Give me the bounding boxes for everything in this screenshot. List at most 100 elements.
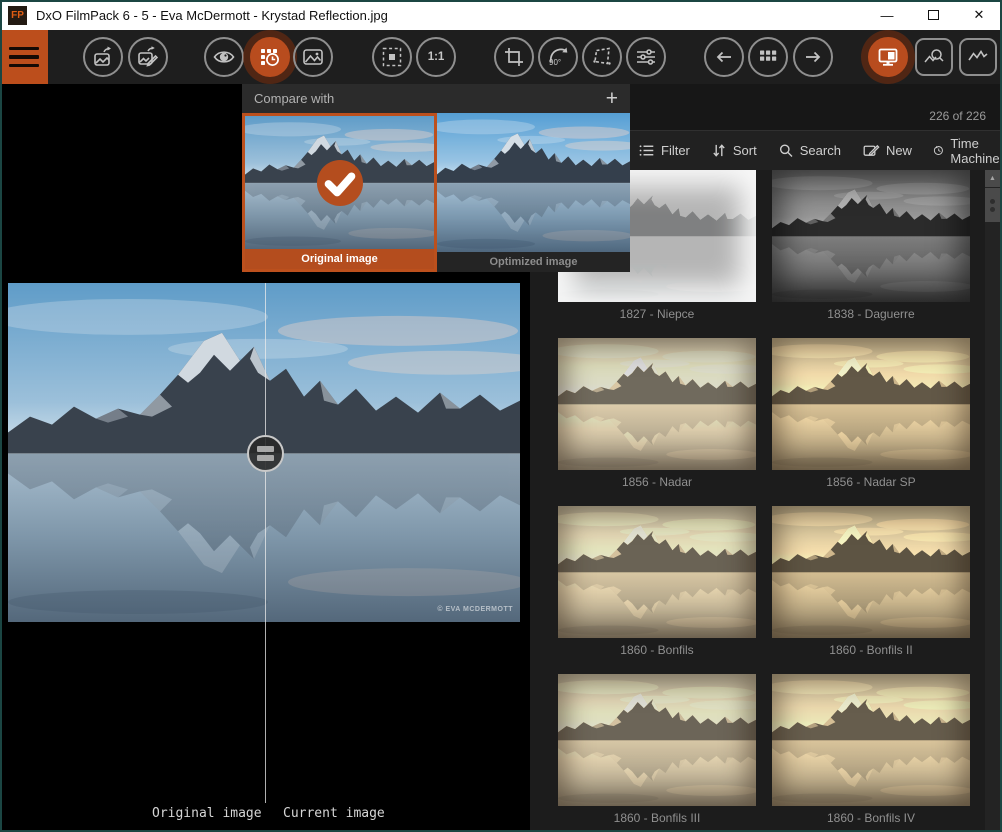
left-pane-label: Original image <box>152 806 262 821</box>
preset-label: 1827 - Niepce <box>558 307 756 321</box>
scroll-thumb[interactable] <box>985 188 1000 222</box>
search-label: Search <box>800 143 841 158</box>
app-window: FP DxO FilmPack 6 - 5 - Eva McDermott - … <box>0 0 1002 832</box>
histogram-button[interactable] <box>959 38 997 76</box>
export-image-button[interactable] <box>83 37 123 77</box>
loupe-button[interactable] <box>915 38 953 76</box>
check-icon <box>317 160 363 206</box>
selected-check-badge <box>317 160 363 206</box>
app-logo-icon: FP <box>8 6 27 25</box>
compare-optimized-thumbnail <box>437 113 630 252</box>
adjustments-button[interactable] <box>626 37 666 77</box>
new-preset-button[interactable]: New <box>862 142 912 159</box>
perspective-icon <box>590 45 614 69</box>
sort-button[interactable]: Sort <box>711 142 757 159</box>
preset-scrollbar[interactable]: ▲ <box>985 170 1000 830</box>
preset-item[interactable]: 1838 - Daguerre <box>772 170 970 321</box>
next-image-button[interactable] <box>793 37 833 77</box>
preset-item[interactable]: 1856 - Nadar SP <box>772 338 970 489</box>
preset-thumbnail <box>558 674 756 806</box>
compare-with-popup: Compare with + Original image Optimized … <box>242 84 630 272</box>
perspective-button[interactable] <box>582 37 622 77</box>
search-icon <box>778 142 794 159</box>
preset-label: 1860 - Bonfils <box>558 643 756 657</box>
new-label: New <box>886 143 912 158</box>
preset-label: 1856 - Nadar SP <box>772 475 970 489</box>
filter-button[interactable]: Filter <box>638 142 690 159</box>
close-button[interactable]: ✕ <box>956 0 1002 30</box>
previous-image-button[interactable] <box>704 37 744 77</box>
preset-item[interactable]: 1860 - Bonfils II <box>772 506 970 657</box>
display-mode-button[interactable] <box>868 37 908 77</box>
preset-item[interactable]: 1860 - Bonfils IV <box>772 674 970 825</box>
preset-thumbnail <box>772 674 970 806</box>
rotate-button[interactable]: 90° <box>538 37 578 77</box>
thumbnails-button[interactable] <box>748 37 788 77</box>
window-controls: — ✕ <box>864 0 1002 30</box>
time-machine-button[interactable]: Time Machine <box>933 136 1002 166</box>
compare-presets-icon <box>258 45 282 69</box>
new-icon <box>862 142 880 159</box>
eye-icon <box>212 45 236 69</box>
title-bar: FP DxO FilmPack 6 - 5 - Eva McDermott - … <box>0 0 1002 30</box>
compare-split-handle[interactable] <box>247 435 284 472</box>
photo-watermark: © EVA MCDERMOTT <box>437 606 513 613</box>
preset-thumbnail <box>772 506 970 638</box>
search-button[interactable]: Search <box>778 142 841 159</box>
compare-with-button[interactable] <box>250 37 290 77</box>
crop-button[interactable] <box>494 37 534 77</box>
compare-item-label: Optimized image <box>437 252 630 272</box>
menu-button[interactable] <box>0 30 48 84</box>
preset-thumbnail <box>772 170 970 302</box>
preset-label: 1838 - Daguerre <box>772 307 970 321</box>
preset-count: 226 of 226 <box>929 109 986 123</box>
crop-icon <box>502 45 526 69</box>
split-handle-icon <box>257 446 274 452</box>
preset-thumbnail <box>558 338 756 470</box>
scroll-up-button[interactable]: ▲ <box>985 170 1000 187</box>
grid-icon <box>757 46 779 68</box>
maximize-button[interactable] <box>910 0 956 30</box>
one-to-one-label: 1:1 <box>428 51 445 63</box>
compare-split-line <box>265 283 266 803</box>
right-pane-label: Current image <box>283 806 385 821</box>
maximize-icon <box>928 10 939 20</box>
preset-label: 1856 - Nadar <box>558 475 756 489</box>
sort-label: Sort <box>733 143 757 158</box>
main-toolbar: 1:1 90° <box>0 30 1002 84</box>
fit-screen-button[interactable] <box>372 37 412 77</box>
export-to-app-button[interactable] <box>128 37 168 77</box>
preset-thumbnail <box>558 506 756 638</box>
export-edit-icon <box>136 45 160 69</box>
preset-item[interactable]: 1860 - Bonfils <box>558 506 756 657</box>
filter-label: Filter <box>661 143 690 158</box>
add-compare-button[interactable]: + <box>606 88 618 109</box>
compare-item-original[interactable]: Original image <box>242 113 437 272</box>
window-title: DxO FilmPack 6 - 5 - Eva McDermott - Kry… <box>36 8 388 23</box>
export-image-icon <box>91 45 115 69</box>
compare-popup-body: Original image Optimized image <box>242 113 630 272</box>
sliders-icon <box>634 45 658 69</box>
compare-popup-header: Compare with + <box>242 84 630 113</box>
zoom-1to1-button[interactable]: 1:1 <box>416 37 456 77</box>
fit-screen-icon <box>380 45 404 69</box>
preset-label: 1860 - Bonfils II <box>772 643 970 657</box>
preset-item[interactable]: 1860 - Bonfils III <box>558 674 756 825</box>
preset-item[interactable]: 1856 - Nadar <box>558 338 756 489</box>
preset-label: 1860 - Bonfils III <box>558 811 756 825</box>
monitor-icon <box>876 45 900 69</box>
compare-item-label: Original image <box>245 249 434 269</box>
arrow-left-icon <box>713 46 735 68</box>
preview-toggle-button[interactable] <box>204 37 244 77</box>
loupe-icon <box>922 45 946 69</box>
filter-icon <box>638 142 655 159</box>
hamburger-icon <box>9 47 39 51</box>
rotate-90-label: 90° <box>549 58 561 67</box>
image-display-button[interactable] <box>293 37 333 77</box>
compare-item-optimized[interactable]: Optimized image <box>437 113 630 272</box>
time-machine-icon <box>933 142 944 159</box>
image-icon <box>301 45 325 69</box>
time-machine-label: Time Machine <box>950 136 1002 166</box>
histogram-icon <box>966 45 990 69</box>
minimize-button[interactable]: — <box>864 0 910 30</box>
